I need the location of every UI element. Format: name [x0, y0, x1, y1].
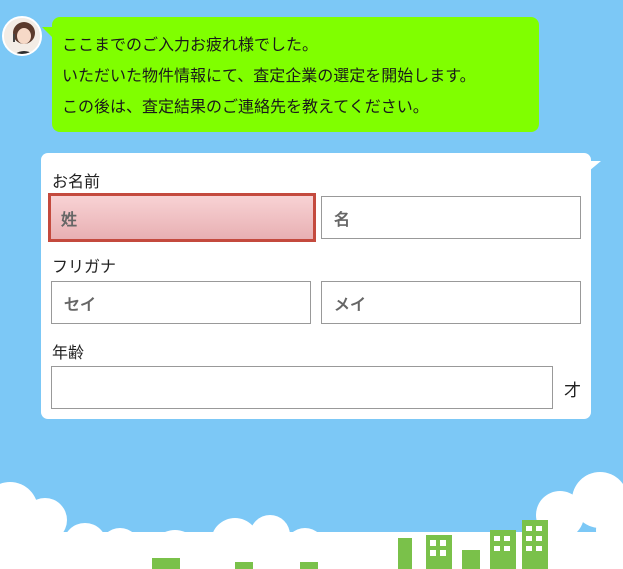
chat-message-bubble: ここまでのご入力お疲れ様でした。 いただいた物件情報にて、査定企業の選定を開始し…: [42, 17, 539, 132]
last-name-kana-placeholder: セイ: [64, 294, 97, 314]
last-name-input[interactable]: 姓: [48, 193, 316, 242]
first-name-kana-input[interactable]: メイ: [321, 281, 581, 324]
operator-face-icon: [4, 18, 40, 54]
first-name-placeholder: 名: [334, 209, 351, 229]
chat-message-line: いただいた物件情報にて、査定企業の選定を開始します。: [62, 66, 476, 85]
age-label: 年齢: [52, 343, 85, 362]
last-name-placeholder: 姓: [61, 209, 78, 229]
contact-form-card: お名前 姓 名 フリガナ セイ メイ 年齢 才: [41, 153, 601, 419]
first-name-kana-placeholder: メイ: [334, 294, 367, 314]
age-unit: 才: [564, 381, 581, 401]
operator-avatar: [2, 16, 42, 56]
furigana-label: フリガナ: [52, 257, 117, 276]
chat-message-line: この後は、査定結果のご連絡先を教えてください。: [62, 97, 429, 116]
first-name-input[interactable]: 名: [321, 196, 581, 239]
name-label: お名前: [52, 172, 101, 191]
age-input[interactable]: [51, 366, 553, 409]
last-name-kana-input[interactable]: セイ: [51, 281, 311, 324]
cityscape-illustration: [0, 472, 623, 569]
chat-message-line: ここまでのご入力お疲れ様でした。: [62, 35, 319, 54]
